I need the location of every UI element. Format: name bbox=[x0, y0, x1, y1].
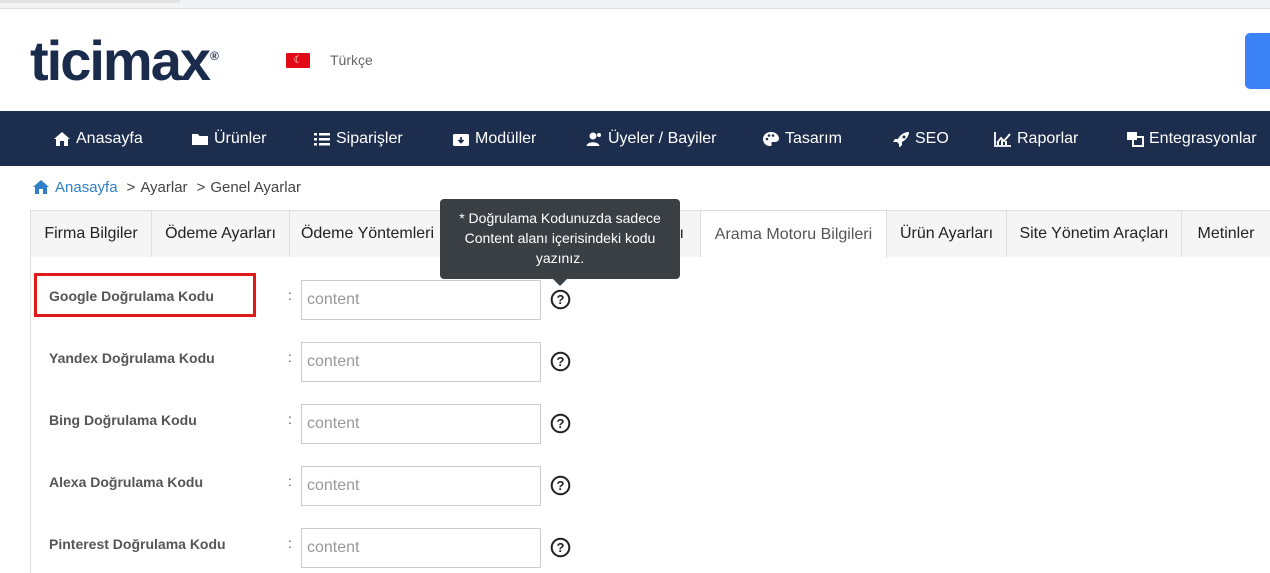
folder-icon bbox=[190, 132, 210, 146]
nav-label: Entegrasyonlar bbox=[1149, 129, 1257, 147]
tab-metinler[interactable]: Metinler bbox=[1182, 211, 1270, 257]
nav-item-siparisler[interactable]: Siparişler bbox=[312, 111, 403, 166]
google-code-input[interactable] bbox=[301, 280, 541, 320]
nav-item-moduller[interactable]: Modüller bbox=[451, 111, 536, 166]
browser-tab-strip bbox=[0, 0, 1270, 9]
yandex-code-label: Yandex Doğrulama Kodu bbox=[49, 350, 215, 366]
logo-text: ticimax bbox=[30, 29, 211, 92]
list-icon bbox=[312, 131, 332, 147]
svg-text:?: ? bbox=[557, 292, 565, 307]
nav-item-tasarim[interactable]: Tasarım bbox=[761, 111, 842, 166]
integration-icon bbox=[1125, 131, 1145, 147]
turkey-flag-icon[interactable]: ☾ bbox=[286, 53, 310, 68]
svg-text:?: ? bbox=[557, 416, 565, 431]
tooltip-arrow bbox=[553, 279, 567, 286]
main-navbar: Anasayfa Ürünler Siparişler Modüller Üye… bbox=[0, 111, 1270, 166]
home-icon bbox=[52, 131, 72, 147]
alexa-code-input[interactable] bbox=[301, 466, 541, 506]
nav-label: Siparişler bbox=[336, 129, 403, 147]
help-icon[interactable]: ? bbox=[550, 475, 571, 496]
field-colon: : bbox=[288, 535, 292, 551]
header-action-button[interactable] bbox=[1245, 33, 1270, 89]
nav-label: Modüller bbox=[475, 129, 537, 147]
users-icon bbox=[584, 131, 604, 147]
help-tooltip: * Doğrulama Kodunuzda sadece Content ala… bbox=[440, 199, 680, 286]
breadcrumb-separator: > bbox=[196, 178, 206, 196]
pinterest-code-label: Pinterest Doğrulama Kodu bbox=[49, 536, 226, 552]
nav-item-urunler[interactable]: Ürünler bbox=[190, 111, 266, 166]
svg-text:?: ? bbox=[557, 354, 565, 369]
page-header: ticimax ® ☾ Türkçe bbox=[0, 9, 1270, 111]
nav-item-uyeler-bayiler[interactable]: Üyeler / Bayiler bbox=[584, 111, 716, 166]
form-row-alexa: Alexa Doğrulama Kodu : ? bbox=[31, 466, 631, 506]
palette-icon bbox=[761, 131, 781, 147]
nav-label: Ürünler bbox=[214, 129, 267, 147]
tooltip-text: * Doğrulama Kodunuzda sadece Content ala… bbox=[459, 210, 661, 266]
field-colon: : bbox=[288, 473, 292, 489]
tab-arama-motoru-bilgileri[interactable]: Arama Motoru Bilgileri bbox=[701, 211, 887, 258]
nav-label: Tasarım bbox=[785, 129, 842, 147]
tab-firma-bilgiler[interactable]: Firma Bilgiler bbox=[30, 211, 152, 257]
tab-odeme-ayarlari[interactable]: Ödeme Ayarları bbox=[152, 211, 290, 257]
nav-label: Anasayfa bbox=[76, 129, 143, 147]
home-icon[interactable] bbox=[32, 179, 50, 195]
yandex-code-input[interactable] bbox=[301, 342, 541, 382]
help-icon[interactable]: ? bbox=[550, 413, 571, 434]
tab-urun-ayarlari[interactable]: Ürün Ayarları bbox=[887, 211, 1007, 257]
bing-code-label: Bing Doğrulama Kodu bbox=[49, 412, 197, 428]
svg-text:?: ? bbox=[557, 540, 565, 555]
tab-odeme-yontemleri[interactable]: Ödeme Yöntemleri bbox=[290, 211, 446, 257]
nav-item-raporlar[interactable]: Raporlar bbox=[993, 111, 1078, 166]
breadcrumb-home-link[interactable]: Anasayfa bbox=[55, 179, 118, 196]
form-row-yandex: Yandex Doğrulama Kodu : ? bbox=[31, 342, 631, 382]
svg-text:?: ? bbox=[557, 478, 565, 493]
form-row-pinterest: Pinterest Doğrulama Kodu : ? bbox=[31, 528, 631, 568]
language-selector[interactable]: Türkçe bbox=[330, 52, 373, 68]
breadcrumb-separator: > bbox=[126, 178, 136, 196]
google-label-highlight bbox=[34, 273, 256, 317]
nav-item-entegrasyonlar[interactable]: Entegrasyonlar bbox=[1125, 111, 1257, 166]
form-row-bing: Bing Doğrulama Kodu : ? bbox=[31, 404, 631, 444]
nav-label: Üyeler / Bayiler bbox=[608, 129, 717, 147]
field-colon: : bbox=[288, 349, 292, 365]
help-icon[interactable]: ? bbox=[550, 351, 571, 372]
nav-label: SEO bbox=[915, 129, 949, 147]
alexa-code-label: Alexa Doğrulama Kodu bbox=[49, 474, 204, 490]
ticimax-logo[interactable]: ticimax ® bbox=[30, 33, 219, 89]
field-colon: : bbox=[288, 287, 292, 303]
breadcrumb: Anasayfa > Ayarlar > Genel Ayarlar bbox=[32, 177, 301, 197]
help-icon[interactable]: ? bbox=[550, 537, 571, 558]
field-colon: : bbox=[288, 411, 292, 427]
bing-code-input[interactable] bbox=[301, 404, 541, 444]
rocket-icon bbox=[891, 131, 911, 147]
browser-tab[interactable] bbox=[0, 0, 180, 3]
nav-label: Raporlar bbox=[1017, 129, 1079, 147]
breadcrumb-ayarlar[interactable]: Ayarlar bbox=[140, 179, 187, 196]
help-icon[interactable]: ? bbox=[550, 289, 571, 310]
registered-mark: ® bbox=[210, 49, 219, 63]
chart-icon bbox=[993, 131, 1013, 147]
breadcrumb-genel-ayarlar: Genel Ayarlar bbox=[210, 178, 301, 196]
pinterest-code-input[interactable] bbox=[301, 528, 541, 568]
module-box-icon bbox=[451, 131, 471, 147]
nav-item-seo[interactable]: SEO bbox=[891, 111, 949, 166]
tab-site-yonetim-araclari[interactable]: Site Yönetim Araçları bbox=[1007, 211, 1182, 257]
nav-item-anasayfa[interactable]: Anasayfa bbox=[52, 111, 143, 166]
